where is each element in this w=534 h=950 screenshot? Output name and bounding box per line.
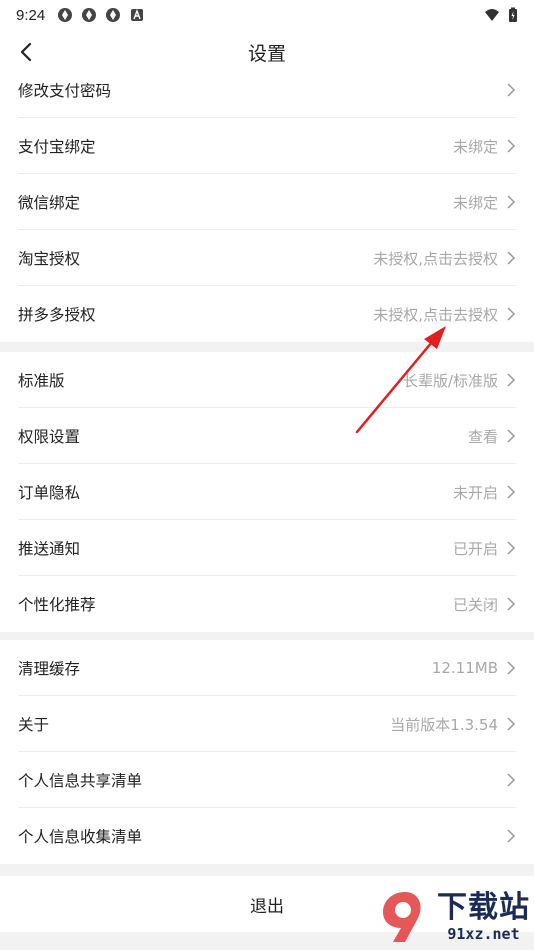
chevron-right-icon [507,373,516,387]
settings-row-personalized-recommendations[interactable]: 个性化推荐 已关闭 [0,576,534,632]
chevron-right-icon [507,139,516,153]
row-label: 权限设置 [18,428,81,446]
chevron-right-icon [507,717,516,731]
row-value: 未开启 [452,483,498,502]
row-label: 修改支付密码 [18,82,112,100]
row-value: 已关闭 [452,595,498,614]
row-label: 标准版 [18,372,65,390]
app-notification-icon [106,8,121,22]
chevron-right-icon [507,429,516,443]
chevron-right-icon [507,485,516,499]
row-label: 关于 [18,716,50,734]
chevron-right-icon [507,661,516,675]
row-label: 订单隐私 [18,484,81,502]
watermark-title: 下载站 [437,890,530,925]
row-label: 推送通知 [18,540,81,558]
row-label: 微信绑定 [18,194,81,212]
row-label: 支付宝绑定 [18,138,96,156]
row-value: 长辈版/标准版 [402,371,498,390]
font-notification-icon [131,9,144,21]
settings-group-about: 清理缓存 12.11MB 关于 当前版本1.3.54 个人信息共享清单 个人信息… [0,640,534,864]
watermark-url: 91xz.net [447,925,520,943]
chevron-right-icon [507,829,516,843]
chevron-right-icon [507,307,516,321]
chevron-right-icon [507,83,516,97]
row-value: 未授权,点击去授权 [373,305,498,324]
chevron-right-icon [507,251,516,265]
row-value: 未授权,点击去授权 [373,249,498,268]
app-notification-icon [58,8,73,22]
status-bar: 9:24 [0,0,534,30]
chevron-right-icon [507,195,516,209]
row-label: 拼多多授权 [18,306,96,324]
row-value: 未绑定 [452,193,498,212]
settings-row-about[interactable]: 关于 当前版本1.3.54 [0,696,534,752]
app-notification-icon [82,8,97,22]
settings-row-alipay-binding[interactable]: 支付宝绑定 未绑定 [0,118,534,174]
row-value: 未绑定 [452,137,498,156]
settings-group-account: 修改支付密码 支付宝绑定 未绑定 微信绑定 未绑定 淘宝授权 未授权,点击去授权… [0,62,534,342]
row-label: 个人信息收集清单 [18,828,143,846]
chevron-right-icon [507,541,516,555]
row-label: 清理缓存 [18,660,81,678]
settings-row-permissions[interactable]: 权限设置 查看 [0,408,534,464]
settings-row-info-collection-list[interactable]: 个人信息收集清单 [0,808,534,864]
battery-icon [509,7,517,22]
status-time: 9:24 [16,6,46,24]
system-icons [484,7,518,23]
settings-group-preferences: 标准版 长辈版/标准版 权限设置 查看 订单隐私 未开启 推送通知 已开启 个性… [0,352,534,632]
watermark: 下载站 91xz.net [379,888,530,946]
row-value: 已开启 [452,539,498,558]
row-value: 12.11MB [431,659,498,677]
chevron-right-icon [507,773,516,787]
chevron-right-icon [507,597,516,611]
chevron-left-icon [20,42,32,62]
settings-row-push-notifications[interactable]: 推送通知 已开启 [0,520,534,576]
settings-row-edition[interactable]: 标准版 长辈版/标准版 [0,352,534,408]
settings-row-clear-cache[interactable]: 清理缓存 12.11MB [0,640,534,696]
logout-label: 退出 [250,896,284,917]
settings-row-wechat-binding[interactable]: 微信绑定 未绑定 [0,174,534,230]
watermark-text: 下载站 91xz.net [437,890,530,944]
row-label: 淘宝授权 [18,250,81,268]
row-label: 个人信息共享清单 [18,772,143,790]
notification-icons [57,7,145,23]
row-value: 查看 [467,427,498,446]
settings-row-taobao-authorization[interactable]: 淘宝授权 未授权,点击去授权 [0,230,534,286]
wifi-icon [485,9,499,21]
settings-row-change-payment-password[interactable]: 修改支付密码 [0,62,534,118]
settings-row-order-privacy[interactable]: 订单隐私 未开启 [0,464,534,520]
settings-row-pinduoduo-authorization[interactable]: 拼多多授权 未授权,点击去授权 [0,286,534,342]
row-label: 个性化推荐 [18,596,96,614]
row-value: 当前版本1.3.54 [390,715,498,734]
watermark-logo-icon [383,892,421,942]
settings-row-info-sharing-list[interactable]: 个人信息共享清单 [0,752,534,808]
